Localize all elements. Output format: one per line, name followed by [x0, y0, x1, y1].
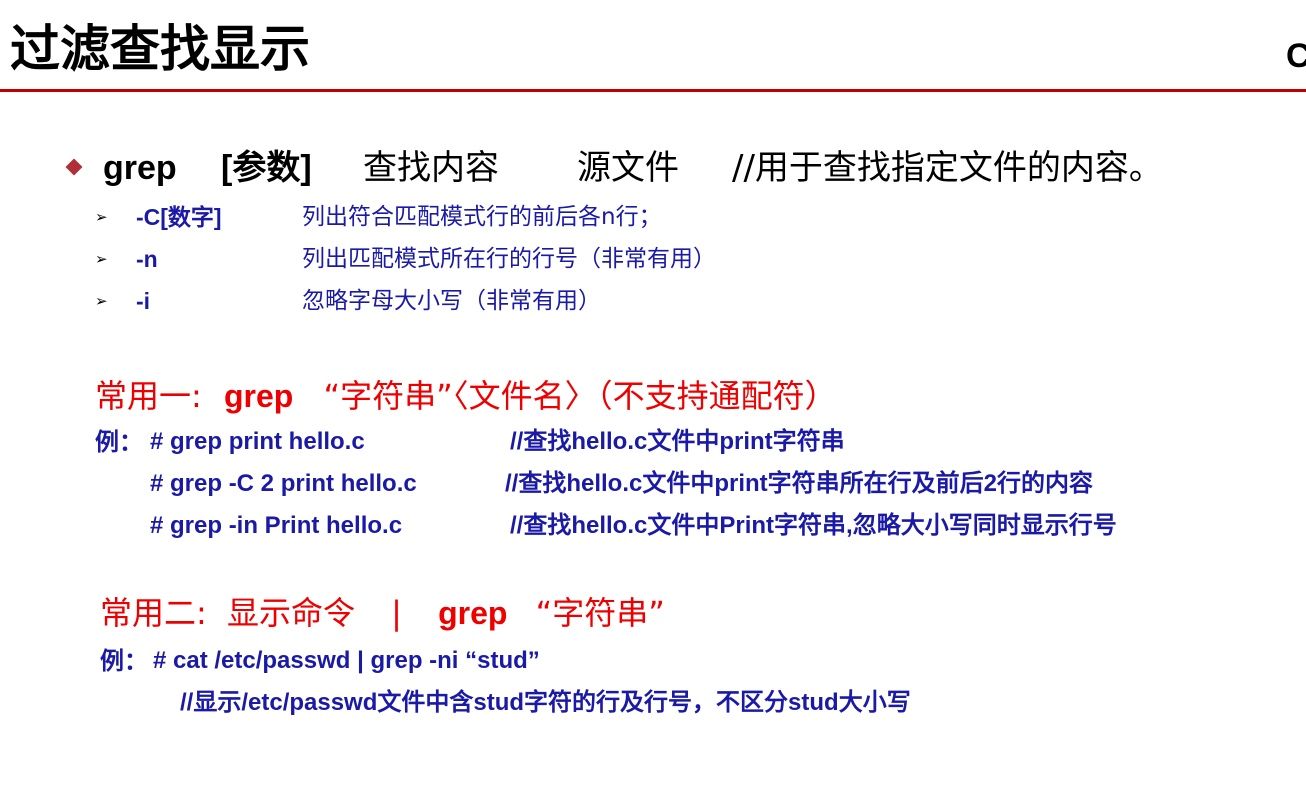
example-comment: //查找hello.c文件中print字符串所在行及前后2行的内容 — [505, 470, 1094, 497]
example-command: # grep print hello.c — [150, 428, 365, 455]
usage1-syntax: “字符串”〈文件名〉（不支持通配符） — [323, 377, 837, 415]
example-comment: //查找hello.c文件中print字符串 — [510, 428, 845, 455]
usage1-label: 常用一: — [95, 377, 202, 415]
arrow-bullet-icon: ➢ — [95, 251, 108, 268]
title-divider — [0, 89, 1306, 92]
usage1-heading: 常用一: grep “字符串”〈文件名〉（不支持通配符） — [95, 376, 837, 416]
usage2-text: 显示命令 — [226, 594, 355, 632]
usage2-syntax: “字符串” — [535, 594, 665, 632]
example-command: # grep -in Print hello.c — [150, 512, 403, 539]
main-param: [参数] — [221, 149, 312, 187]
main-command: grep — [103, 149, 177, 187]
example-prefix: 例： — [95, 428, 143, 456]
option-desc: 列出符合匹配模式行的前后各n行； — [302, 204, 662, 230]
usage1-command: grep — [223, 378, 294, 414]
usage2-label: 常用二: — [100, 594, 207, 632]
example-comment: //显示/etc/passwd文件中含stud字符的行及行号，不区分stud大小… — [180, 689, 911, 716]
page-title: 过滤查找显示 — [10, 20, 310, 78]
option-desc: 忽略字母大小写（非常有用） — [302, 288, 601, 314]
option-desc: 列出匹配模式所在行的行号（非常有用） — [302, 246, 716, 272]
option-flag: -C[数字] — [136, 204, 222, 230]
main-comment: //用于查找指定文件的内容。 — [732, 148, 1163, 188]
arrow-bullet-icon: ➢ — [95, 293, 108, 310]
diamond-bullet-icon — [65, 158, 83, 176]
pipe-symbol: | — [391, 594, 402, 632]
main-search: 查找内容 — [363, 148, 499, 188]
header-corner-text: C — [1286, 37, 1306, 75]
main-source: 源文件 — [577, 148, 679, 188]
example-prefix: 例： — [100, 647, 148, 675]
example-command: # grep -C 2 print hello.c — [150, 470, 417, 497]
example-command: # cat /etc/passwd | grep -ni “stud” — [153, 647, 540, 674]
option-flag: -n — [136, 246, 158, 272]
option-flag: -i — [136, 288, 151, 314]
usage2-command: grep — [438, 595, 508, 631]
example-comment: //查找hello.c文件中Print字符串,忽略大小写同时显示行号 — [510, 512, 1117, 539]
usage2-heading: 常用二: 显示命令 | grep “字符串” — [100, 593, 665, 633]
arrow-bullet-icon: ➢ — [95, 209, 108, 226]
